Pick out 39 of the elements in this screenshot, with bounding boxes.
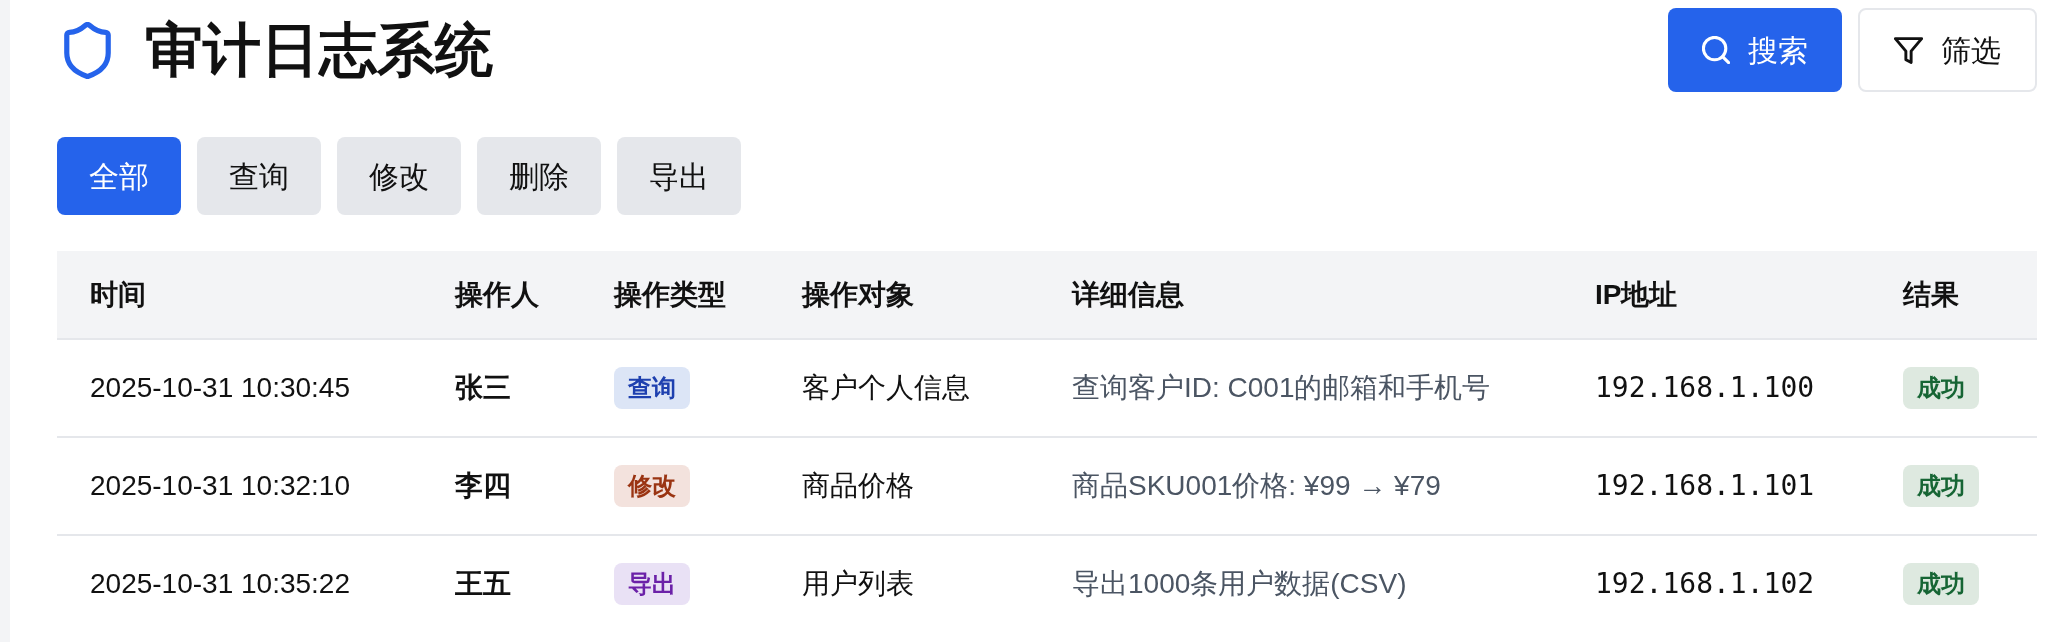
filter-tab[interactable]: 查询 [197, 137, 321, 215]
ip-cell: 192.168.1.101 [1595, 469, 1815, 502]
ip-cell: 192.168.1.102 [1595, 567, 1815, 600]
filter-icon [1894, 36, 1923, 64]
filter-tab[interactable]: 导出 [617, 137, 741, 215]
detail-cell: 查询客户ID: C001的邮箱和手机号 [1072, 372, 1491, 403]
column-header: 操作类型 [614, 279, 726, 310]
type-badge: 导出 [614, 563, 690, 605]
filter-button[interactable]: 筛选 [1858, 8, 2037, 92]
filter-tab[interactable]: 删除 [477, 137, 601, 215]
ip-cell: 192.168.1.100 [1595, 371, 1815, 404]
operator-cell: 张三 [455, 372, 511, 403]
search-icon [1702, 36, 1730, 64]
result-badge: 成功 [1903, 367, 1979, 409]
operator-cell: 王五 [455, 568, 511, 599]
column-header: IP地址 [1595, 279, 1678, 310]
search-button[interactable]: 搜索 [1668, 8, 1842, 92]
target-cell: 客户个人信息 [802, 372, 970, 403]
type-badge: 查询 [614, 367, 690, 409]
filter-tab[interactable]: 修改 [337, 137, 461, 215]
column-header: 详细信息 [1072, 279, 1184, 310]
result-badge: 成功 [1903, 563, 1979, 605]
page-title: 审计日志系统 [145, 16, 493, 84]
filter-tab[interactable]: 全部 [57, 137, 181, 215]
operator-cell: 李四 [455, 470, 511, 501]
target-cell: 用户列表 [802, 568, 914, 599]
column-header: 操作人 [455, 279, 539, 310]
detail-cell: 商品SKU001价格: ¥99 → ¥79 [1072, 470, 1441, 501]
target-cell: 商品价格 [802, 470, 914, 501]
column-header: 结果 [1903, 279, 1959, 310]
result-badge: 成功 [1903, 465, 1979, 507]
column-header: 操作对象 [802, 279, 914, 310]
shield-icon [64, 21, 111, 79]
time-cell: 2025-10-31 10:35:22 [90, 568, 350, 599]
type-badge: 修改 [614, 465, 690, 507]
column-header: 时间 [90, 279, 146, 310]
time-cell: 2025-10-31 10:30:45 [90, 372, 350, 403]
detail-cell: 导出1000条用户数据(CSV) [1072, 568, 1407, 599]
time-cell: 2025-10-31 10:32:10 [90, 470, 350, 501]
